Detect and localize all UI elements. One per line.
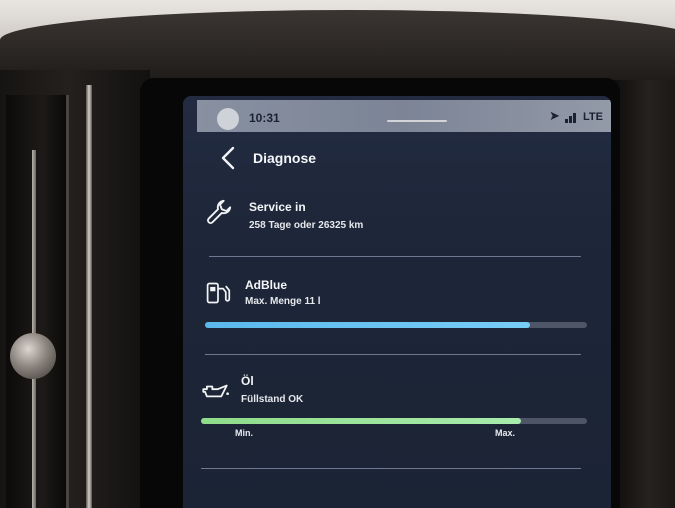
chevron-left-icon[interactable] bbox=[219, 146, 239, 170]
status-time: 10:31 bbox=[249, 111, 280, 125]
air-vent bbox=[6, 95, 69, 508]
location-arrow-icon: ➤ bbox=[549, 108, 560, 123]
adblue-level-bar bbox=[205, 322, 587, 328]
oil-level-fill bbox=[201, 418, 522, 424]
car-dashboard-photo: 10:31 ➤ LTE Diagnose Service in 258 Tage… bbox=[0, 0, 675, 508]
divider bbox=[201, 468, 581, 469]
service-subtitle: 258 Tage oder 26325 km bbox=[249, 220, 364, 231]
adblue-pump-icon bbox=[206, 282, 231, 304]
oil-max-label: Max. bbox=[495, 428, 516, 438]
divider bbox=[209, 256, 581, 257]
profile-dot[interactable] bbox=[217, 108, 239, 130]
adblue-subtitle: Max. Menge 11 l bbox=[245, 296, 321, 307]
oil-level-bar bbox=[201, 418, 587, 424]
wrench-icon bbox=[207, 199, 232, 224]
status-bar[interactable]: 10:31 ➤ LTE bbox=[197, 100, 611, 132]
oil-title: Öl bbox=[241, 374, 254, 388]
vent-knob bbox=[10, 333, 56, 379]
oil-subtitle: Füllstand OK bbox=[241, 394, 304, 405]
divider bbox=[205, 354, 581, 355]
oil-item[interactable]: Öl Füllstand OK Min. Max. bbox=[183, 372, 611, 462]
oil-can-icon bbox=[202, 384, 229, 398]
service-item[interactable]: Service in 258 Tage oder 26325 km bbox=[183, 196, 611, 256]
adblue-item[interactable]: AdBlue Max. Menge 11 l bbox=[183, 276, 611, 346]
pull-down-handle[interactable] bbox=[387, 120, 447, 122]
adblue-title: AdBlue bbox=[245, 278, 287, 292]
signal-icon bbox=[565, 111, 579, 123]
vent-slat bbox=[32, 150, 36, 508]
chrome-strip bbox=[86, 85, 92, 508]
service-title: Service in bbox=[249, 200, 306, 214]
page-title: Diagnose bbox=[253, 150, 317, 166]
adblue-level-fill bbox=[205, 322, 530, 328]
infotainment-screen: 10:31 ➤ LTE Diagnose Service in 258 Tage… bbox=[183, 96, 611, 508]
oil-min-label: Min. bbox=[235, 428, 253, 438]
network-type: LTE bbox=[583, 111, 603, 123]
